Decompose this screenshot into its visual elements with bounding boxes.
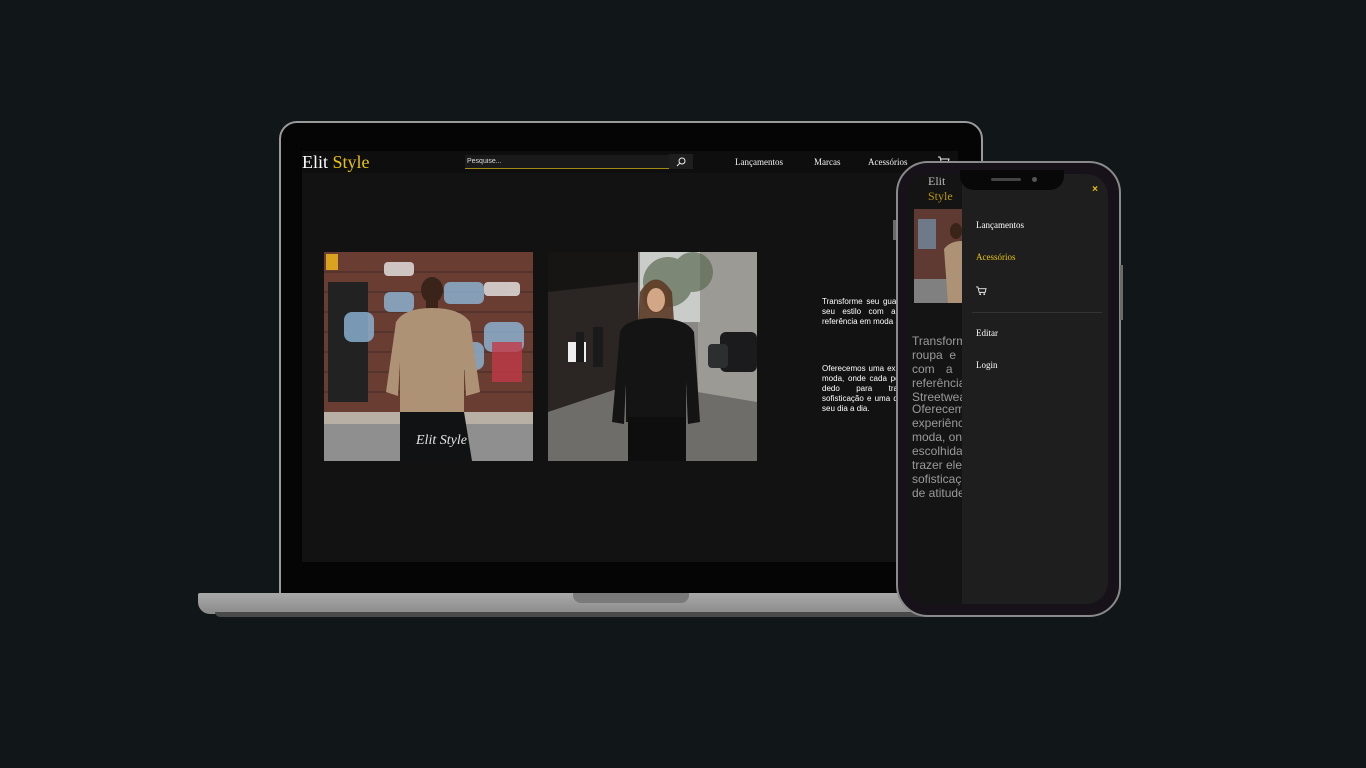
search-input[interactable] [465, 155, 669, 169]
phone-speaker [991, 178, 1021, 181]
mobile-product-photo [914, 209, 962, 303]
mobile-logo[interactable]: Elit Style [928, 174, 953, 204]
search-button[interactable] [669, 154, 693, 169]
nav-link-lancamentos[interactable]: Lançamentos [735, 157, 783, 167]
phone-side-button [1120, 265, 1123, 320]
drawer-item-login[interactable]: Login [976, 360, 998, 370]
nav-link-acessorios[interactable]: Acessórios [868, 157, 908, 167]
nav-link-marcas[interactable]: Marcas [814, 157, 841, 167]
product-photo-man: Elit Style [324, 252, 533, 461]
mobile-page: Elit Style Transforme seu guarda-roupa e… [906, 174, 1108, 604]
mobile-logo-style: Style [928, 189, 953, 203]
search-icon [676, 157, 686, 166]
desktop-navbar: Elit Style Lançamentos Marcas Acessórios [302, 151, 958, 173]
drawer-item-editar[interactable]: Editar [976, 328, 998, 338]
phone-camera [1032, 177, 1037, 182]
phone-notch [960, 170, 1064, 190]
laptop-notch [573, 593, 689, 603]
cart-icon[interactable] [976, 286, 987, 296]
logo-text-style: Style [332, 152, 370, 172]
mobile-nav-drawer: × Lançamentos Acessórios Editar Login [962, 174, 1108, 604]
desktop-logo[interactable]: Elit Style [302, 152, 370, 173]
product-photo-woman [548, 252, 757, 461]
desktop-page: Elit Style Lançamentos Marcas Acessórios [302, 151, 958, 562]
drawer-divider [972, 312, 1102, 313]
phone-volume-button [893, 220, 896, 240]
drawer-item-lancamentos[interactable]: Lançamentos [976, 220, 1024, 230]
close-icon[interactable]: × [1092, 184, 1098, 195]
logo-text-elit: Elit [302, 152, 328, 172]
svg-text:Elit Style: Elit Style [415, 433, 467, 448]
drawer-item-acessorios[interactable]: Acessórios [976, 252, 1016, 262]
mobile-logo-elit: Elit [928, 174, 946, 188]
